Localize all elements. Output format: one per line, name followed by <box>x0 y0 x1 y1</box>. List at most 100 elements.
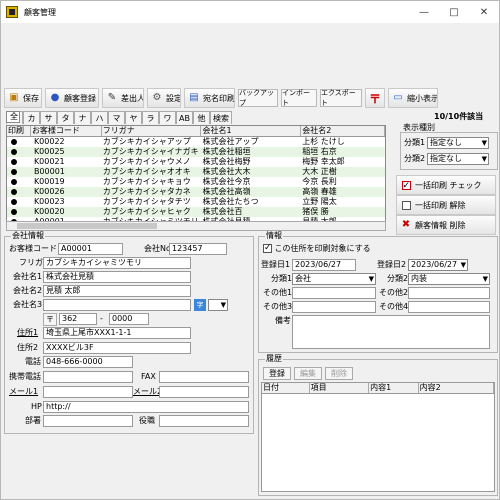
tab-9[interactable]: ラ <box>142 111 159 124</box>
tab-12[interactable]: 他 <box>193 111 210 124</box>
sender-button[interactable]: ✎ 差出人 <box>102 88 144 108</box>
table-row[interactable]: K00026 カブシキカイシャタカネ 株式会社高嶺 高嶺 春雄 <box>7 187 385 197</box>
address-print-button[interactable]: ▤ 宛名印刷 <box>184 88 235 108</box>
scrollbar-thumb[interactable] <box>17 223 157 229</box>
backup-button[interactable]: バックアップ <box>238 89 278 107</box>
reg-date1-input[interactable]: 2023/06/27 <box>292 259 356 271</box>
history-register-button[interactable]: 登録 <box>263 367 291 380</box>
history-table[interactable]: 日付 項目 内容1 内容2 <box>261 382 495 492</box>
tab-0[interactable]: 全 <box>6 111 20 123</box>
company-name1-label: 会社名1 <box>13 272 43 281</box>
hp-input[interactable]: http:// <box>43 401 249 413</box>
print-target-option[interactable]: この住所を印刷対象にする <box>263 242 371 255</box>
reg-date2-select[interactable]: 2023/06/27 ▼ <box>408 259 468 271</box>
print-flag[interactable] <box>7 147 31 157</box>
small-view-button[interactable]: ▭ 縮小表示 <box>388 88 438 108</box>
print-target-checkbox[interactable] <box>263 242 272 254</box>
table-row[interactable]: K00020 カブシキカイシャヒャク 株式会社百 猪俣 勝 <box>7 207 385 217</box>
customer-code-input[interactable]: A00001 <box>58 243 123 255</box>
grid-col-1[interactable]: お客様コード <box>31 126 102 136</box>
save-button[interactable]: ▣ 保存 <box>4 88 42 108</box>
print-flag[interactable] <box>7 207 31 217</box>
table-row[interactable]: B00001 カブシキカイシャオオキ 株式会社大木 大木 正樹 <box>7 167 385 177</box>
customer-grid[interactable]: 印刷 お客様コード フリガナ 会社名1 会社名2 K00022 カブシキカイシャアップ 株式… <box>6 125 386 229</box>
table-row[interactable]: K00019 カブシキカイシャキョウ 株式会社今京 今京 長利 <box>7 177 385 187</box>
company-name1-input[interactable]: 株式会社見積 <box>43 271 191 283</box>
print-flag[interactable] <box>7 177 31 187</box>
tab-6[interactable]: ハ <box>91 111 108 124</box>
print-dot-icon <box>11 179 17 185</box>
grid-col-3[interactable]: 会社名1 <box>201 126 302 136</box>
customer-register-button[interactable]: ● 顧客登録 <box>45 88 99 108</box>
print-dot-icon <box>11 159 17 165</box>
print-flag[interactable] <box>7 157 31 167</box>
grid-col-2[interactable]: フリガナ <box>102 126 202 136</box>
role-input[interactable] <box>159 415 249 427</box>
zip1-input[interactable]: 362 <box>59 313 97 325</box>
print-flag[interactable] <box>7 187 31 197</box>
tab-10[interactable]: ワ <box>159 111 176 124</box>
tab-8[interactable]: ヤ <box>125 111 142 124</box>
fax-input[interactable] <box>159 371 249 383</box>
tab-4[interactable]: タ <box>57 111 74 124</box>
cell-company2: 稲垣 右京 <box>302 147 337 156</box>
company-name3-input[interactable] <box>43 299 191 311</box>
address1-input[interactable]: 埼玉県上尾市XXX1-1-1 <box>43 327 191 339</box>
export-button[interactable]: エクスポート <box>320 89 362 107</box>
postal-mark-button[interactable]: 〒 <box>365 88 385 108</box>
zip2-input[interactable]: 0000 <box>109 313 149 325</box>
mail2-input[interactable] <box>159 386 249 398</box>
mail2-label[interactable]: メール2 <box>133 386 162 398</box>
other3-input[interactable] <box>292 301 376 313</box>
grid-col-0[interactable]: 印刷 <box>7 126 31 136</box>
other4-input[interactable] <box>408 301 490 313</box>
filter-class1-select[interactable]: 指定なし ▼ <box>427 137 489 149</box>
tab-11[interactable]: AB <box>176 111 193 124</box>
info-class1-select[interactable]: 会社 ▼ <box>292 273 376 285</box>
close-button[interactable]: ✕ <box>469 1 499 23</box>
print-flag[interactable] <box>7 167 31 177</box>
company-name2-input[interactable]: 見積 太郎 <box>43 285 191 297</box>
mail1-label[interactable]: メール1 <box>9 386 38 398</box>
print-target-label: この住所を印刷対象にする <box>274 244 371 253</box>
note-textarea[interactable] <box>292 315 490 349</box>
address2-input[interactable]: XXXXビル3F <box>43 342 191 354</box>
mobile-input[interactable] <box>43 371 133 383</box>
other2-input[interactable] <box>408 287 490 299</box>
table-row[interactable]: K00025 カブシキカイシャイナガキ 株式会社稲垣 稲垣 右京 <box>7 147 385 157</box>
bulk-print-release-button[interactable]: 一括印刷 解除 <box>396 195 496 215</box>
tab-3[interactable]: サ <box>40 111 57 124</box>
grid-horizontal-scrollbar[interactable] <box>6 221 386 231</box>
kana-input[interactable]: カブシキカイシャミツモリ <box>43 257 191 269</box>
maximize-button[interactable]: □ <box>439 1 469 23</box>
company-name3-dropdown[interactable]: ▼ <box>208 299 228 311</box>
kanji-convert-icon[interactable]: 字 <box>194 299 206 311</box>
grid-col-4[interactable]: 会社名2 <box>301 126 385 136</box>
settings-button[interactable]: ⚙ 設定 <box>147 88 181 108</box>
address1-label[interactable]: 住所1 <box>17 327 38 339</box>
company-no-input[interactable]: 123457 <box>169 243 227 255</box>
department-input[interactable] <box>43 415 133 427</box>
mail1-input[interactable] <box>43 386 133 398</box>
history-delete-button[interactable]: 削除 <box>325 367 353 380</box>
zip-lookup-button[interactable]: 〒 <box>43 313 57 326</box>
tab-2[interactable]: カ <box>23 111 40 124</box>
tel-input[interactable]: 048-666-0000 <box>43 356 133 368</box>
minimize-button[interactable]: — <box>409 1 439 23</box>
table-row[interactable]: K00023 カブシキカイシャタチツ 株式会社たちつ 立野 陽太 <box>7 197 385 207</box>
table-row[interactable]: K00021 カブシキカイシャウメノ 株式会社梅野 梅野 幸太郎 <box>7 157 385 167</box>
table-row[interactable]: K00022 カブシキカイシャアップ 株式会社アップ 上杉 たけし <box>7 137 385 147</box>
print-flag[interactable] <box>7 197 31 207</box>
tab-7[interactable]: マ <box>108 111 125 124</box>
info-class2-select[interactable]: 内装 ▼ <box>408 273 490 285</box>
bulk-print-check-button[interactable]: 一括印刷 チェック <box>396 175 496 195</box>
print-flag[interactable] <box>7 137 31 147</box>
history-edit-button[interactable]: 編集 <box>294 367 322 380</box>
app-window: 顧客管理 — □ ✕ ▣ 保存 ● 顧客登録 ✎ 差出人 ⚙ 設定 ▤ 宛名印刷 バックア… <box>0 0 500 500</box>
tab-13[interactable]: 検索 <box>210 111 232 124</box>
filter-class2-select[interactable]: 指定なし ▼ <box>427 153 489 165</box>
import-button[interactable]: インポート <box>281 89 317 107</box>
delete-customer-button[interactable]: ✖ 顧客情報 削除 <box>396 215 496 235</box>
tab-5[interactable]: ナ <box>74 111 91 124</box>
other1-input[interactable] <box>292 287 376 299</box>
